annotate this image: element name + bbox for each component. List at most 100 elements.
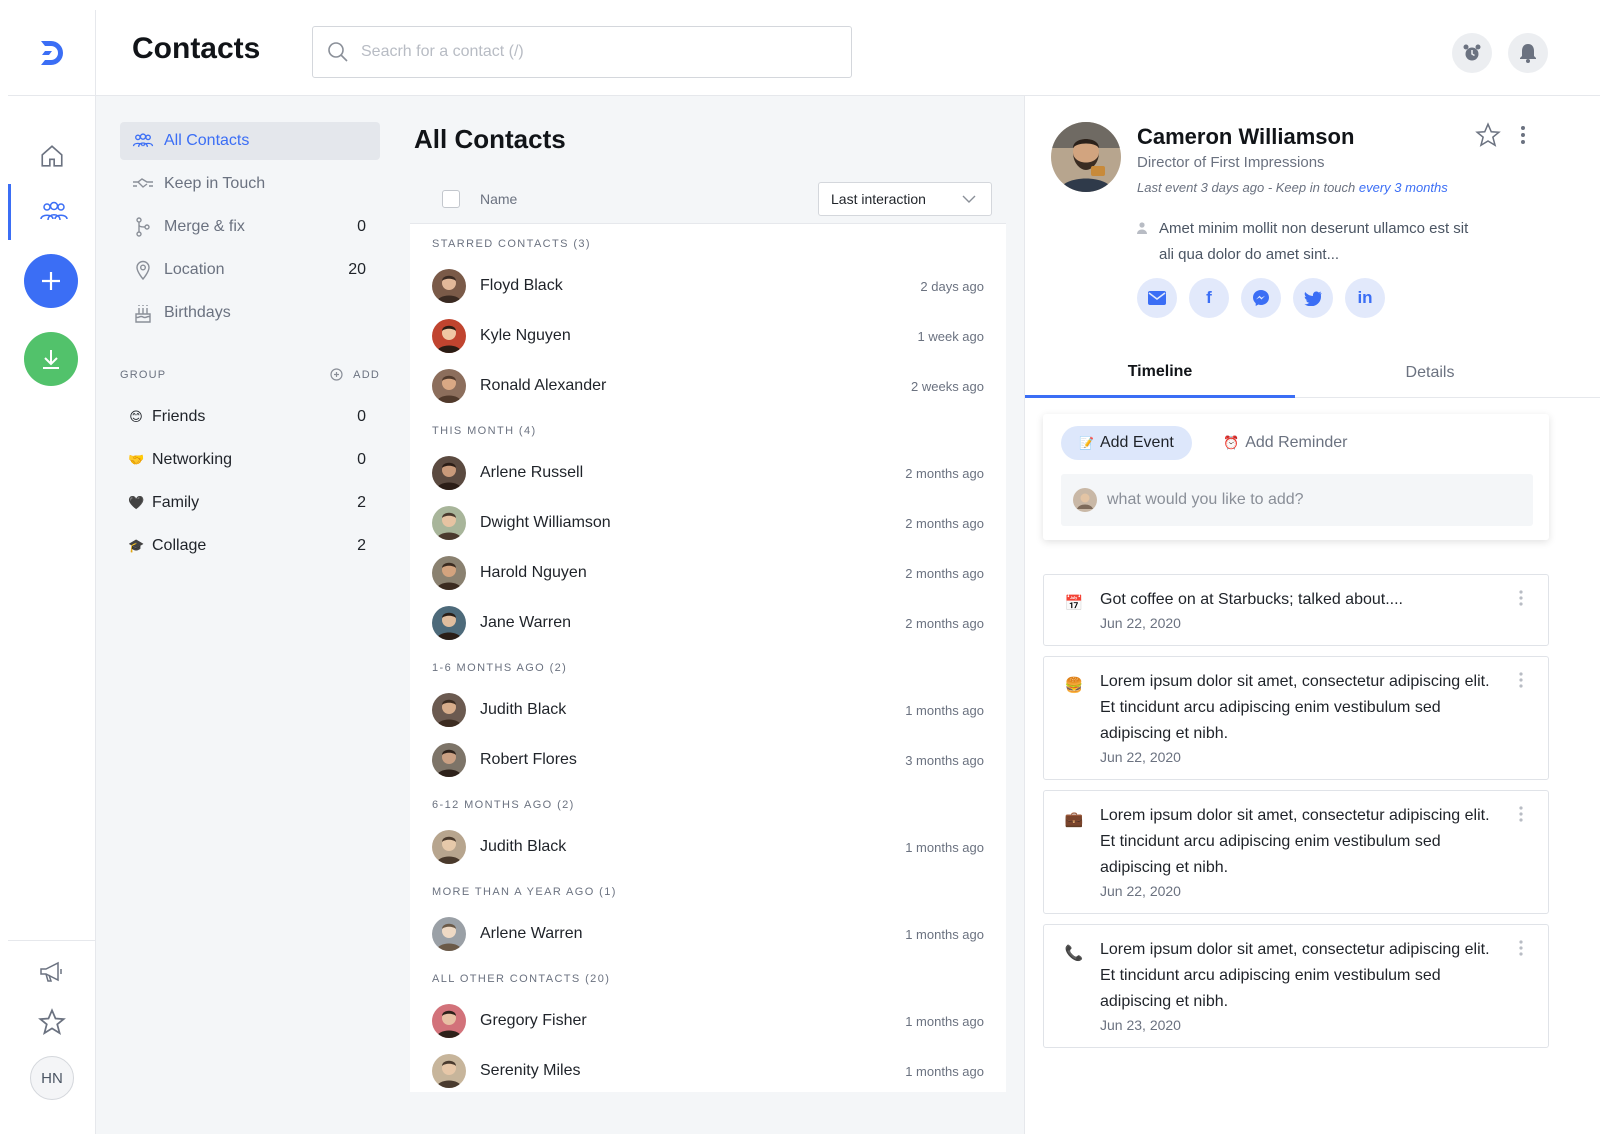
list-item[interactable]: Robert Flores 3 months ago	[410, 735, 1006, 785]
last-interaction: 1 months ago	[905, 702, 984, 718]
event-more-button[interactable]	[1518, 805, 1524, 828]
filter-label: Merge & fix	[164, 218, 245, 235]
group-friends[interactable]: 😊 Friends 0	[128, 402, 380, 432]
search-box[interactable]	[312, 26, 852, 78]
list-item[interactable]: Judith Black 1 months ago	[410, 822, 1006, 872]
list-item[interactable]: Jane Warren 2 months ago	[410, 598, 1006, 648]
search-input[interactable]	[361, 43, 831, 61]
contact-name: Kyle Nguyen	[480, 327, 571, 344]
avatar	[432, 556, 466, 590]
nav-home[interactable]	[8, 128, 96, 184]
alarm-clock-icon	[1463, 44, 1481, 61]
add-contact-button[interactable]	[24, 254, 78, 308]
event-type-icon: 🍔	[1064, 677, 1084, 694]
timeline-event[interactable]: 📅 Got coffee on at Starbucks; talked abou…	[1043, 574, 1549, 646]
avatar	[432, 743, 466, 777]
contact-name: Harold Nguyen	[480, 564, 587, 581]
contact-more-button[interactable]	[1519, 124, 1527, 151]
star-contact-button[interactable]	[1475, 122, 1501, 153]
filter-birthdays[interactable]: Birthdays	[120, 294, 380, 332]
list-item[interactable]: Arlene Warren 1 months ago	[410, 909, 1006, 959]
list-item[interactable]: Gregory Fisher 1 months ago	[410, 996, 1006, 1046]
group-family[interactable]: 🖤 Family 2	[128, 488, 380, 518]
more-vertical-icon	[1519, 940, 1523, 956]
twitter-button[interactable]	[1293, 278, 1333, 318]
nav-contacts[interactable]	[8, 184, 96, 240]
filter-merge-fix[interactable]: Merge & fix 0	[120, 208, 380, 246]
email-button[interactable]	[1137, 278, 1177, 318]
group-collage[interactable]: 🎓 Collage 2	[128, 531, 380, 561]
timeline-event[interactable]: 💼 Lorem ipsum dolor sit amet, consectetur…	[1043, 790, 1549, 914]
filter-keep-in-touch[interactable]: Keep in Touch	[120, 165, 380, 203]
announcements-button[interactable]	[8, 944, 96, 1000]
tab-details[interactable]: Details	[1295, 348, 1565, 398]
user-avatar[interactable]: HN	[30, 1056, 74, 1100]
list-item[interactable]: Kyle Nguyen 1 week ago	[410, 311, 1006, 361]
select-all-checkbox[interactable]	[442, 189, 460, 208]
group-networking[interactable]: 🤝 Networking 0	[128, 445, 380, 475]
import-button[interactable]	[24, 332, 78, 386]
list-item[interactable]: Harold Nguyen 2 months ago	[410, 548, 1006, 598]
add-group-button[interactable]: ADD	[330, 368, 380, 381]
heart-icon: 🖤	[128, 495, 145, 510]
event-more-button[interactable]	[1518, 589, 1524, 612]
avatar	[432, 506, 466, 540]
list-item[interactable]: Ronald Alexander 2 weeks ago	[410, 361, 1006, 411]
list-item[interactable]: Judith Black 1 months ago	[410, 685, 1006, 735]
group-label: Family	[152, 494, 200, 511]
sort-dropdown[interactable]: Last interaction	[818, 182, 992, 216]
list-item[interactable]: Floyd Black 2 days ago	[410, 261, 1006, 311]
list-item[interactable]: Arlene Russell 2 months ago	[410, 448, 1006, 498]
brand-logo[interactable]	[8, 10, 96, 96]
name-column-header[interactable]: Name	[480, 191, 517, 207]
favorites-button[interactable]	[8, 994, 96, 1050]
section-label: ALL OTHER CONTACTS (20)	[432, 973, 611, 985]
notifications-button[interactable]	[1508, 33, 1548, 73]
messenger-button[interactable]	[1241, 278, 1281, 318]
filter-location[interactable]: Location 20	[120, 251, 380, 289]
add-event-label: Add Event	[1099, 434, 1174, 451]
event-composer: 📝 Add Event ⏰ Add Reminder	[1043, 414, 1549, 540]
reminders-button[interactable]	[1452, 33, 1492, 73]
event-date: Jun 22, 2020	[1100, 615, 1181, 631]
tab-timeline[interactable]: Timeline	[1025, 348, 1295, 398]
contact-name: Serenity Miles	[480, 1062, 581, 1079]
event-more-button[interactable]	[1518, 939, 1524, 962]
more-vertical-icon	[1521, 126, 1525, 144]
section-label: 1-6 MONTHS AGO (2)	[432, 662, 568, 674]
more-vertical-icon	[1519, 672, 1523, 688]
add-event-button[interactable]: 📝 Add Event	[1061, 426, 1192, 460]
last-interaction: 2 weeks ago	[911, 378, 984, 394]
page-title: Contacts	[132, 32, 261, 65]
timeline-event[interactable]: 🍔 Lorem ipsum dolor sit amet, consectetur…	[1043, 656, 1549, 780]
add-reminder-label: Add Reminder	[1245, 434, 1348, 451]
keep-in-touch-frequency[interactable]: every 3 months	[1359, 180, 1448, 195]
filter-all-contacts[interactable]: All Contacts	[120, 122, 380, 160]
event-more-button[interactable]	[1518, 671, 1524, 694]
event-input[interactable]	[1107, 491, 1507, 509]
list-item[interactable]: Dwight Williamson 2 months ago	[410, 498, 1006, 548]
list-item[interactable]: Serenity Miles 1 months ago	[410, 1046, 1006, 1092]
contact-detail: Cameron Williamson Director of First Imp…	[1024, 96, 1600, 1134]
add-reminder-button[interactable]: ⏰ Add Reminder	[1223, 426, 1347, 460]
facebook-button[interactable]: f	[1189, 278, 1229, 318]
avatar	[432, 693, 466, 727]
event-text: Lorem ipsum dolor sit amet, consectetur …	[1100, 941, 1490, 1010]
filter-label: Keep in Touch	[164, 175, 266, 192]
merge-icon	[132, 216, 154, 238]
contact-name: Ronald Alexander	[480, 377, 607, 394]
linkedin-icon: in	[1357, 288, 1373, 307]
last-interaction: 3 months ago	[905, 752, 984, 768]
linkedin-button[interactable]: in	[1345, 278, 1385, 318]
plus-icon	[42, 272, 60, 290]
last-interaction: 1 months ago	[905, 839, 984, 855]
timeline-event[interactable]: 📞 Lorem ipsum dolor sit amet, consectetur…	[1043, 924, 1549, 1048]
note-text: Amet minim mollit non deserunt ullamco e…	[1159, 220, 1469, 263]
twitter-icon	[1304, 291, 1322, 306]
section-label: STARRED CONTACTS (3)	[432, 238, 591, 250]
pencil-icon: 📝	[1079, 436, 1094, 450]
last-interaction: 1 week ago	[917, 328, 985, 344]
filter-count: 0	[357, 218, 366, 235]
composer-input-box[interactable]	[1061, 474, 1533, 526]
messenger-icon	[1253, 290, 1269, 306]
